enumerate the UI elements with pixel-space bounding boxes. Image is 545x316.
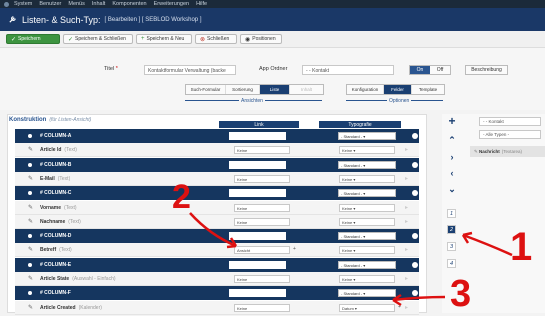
annotation-arrows <box>189 212 513 307</box>
annotation-number-1: 1 <box>510 225 533 269</box>
annotation-arrow-2 <box>189 212 237 248</box>
annotation-number-2: 2 <box>172 178 191 216</box>
annotation-number-3: 3 <box>450 273 472 315</box>
annotation-arrow-1 <box>462 233 513 257</box>
annotation-arrow-3 <box>392 295 446 302</box>
